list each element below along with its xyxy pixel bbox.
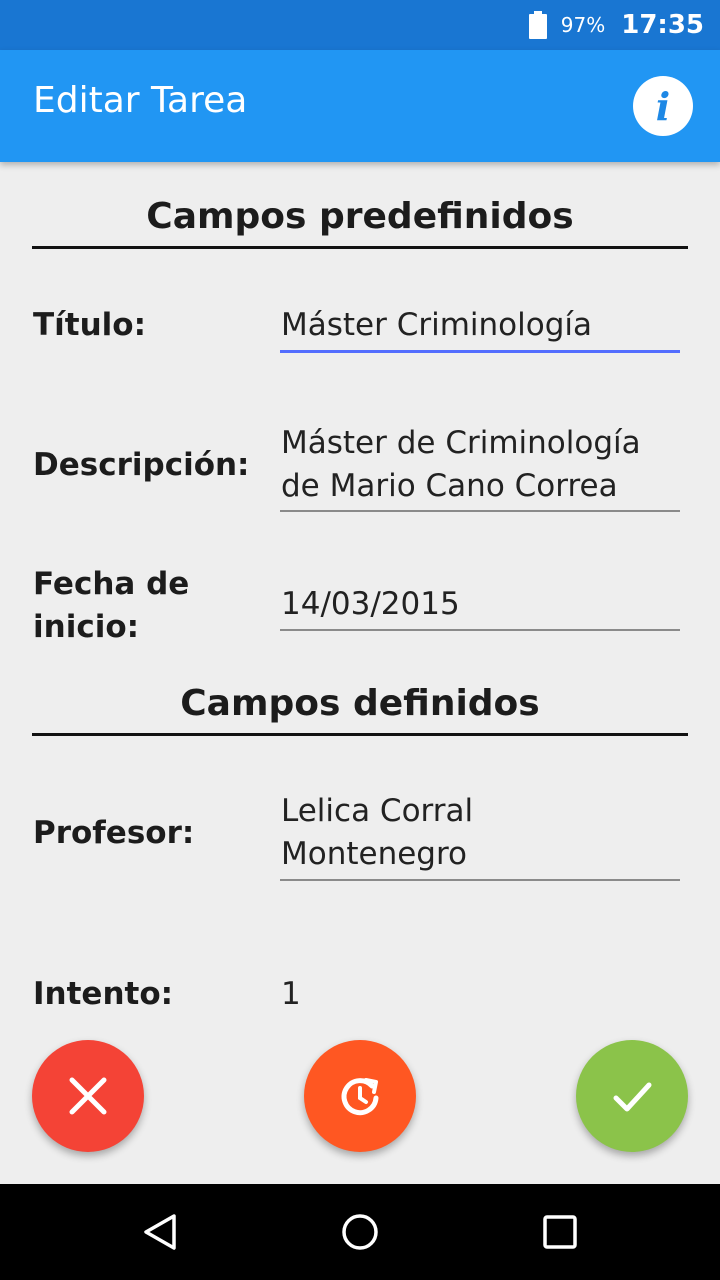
titulo-underline (280, 350, 680, 353)
profesor-line-1: Lelica Corral (281, 793, 474, 829)
section-divider (32, 246, 688, 249)
fecha-label-line-1: Fecha de (33, 566, 190, 602)
close-icon (69, 1077, 107, 1115)
section-divider (32, 733, 688, 736)
restore-clock-icon (341, 1078, 379, 1116)
clock: 17:35 (621, 10, 704, 40)
fecha-underline (280, 629, 680, 631)
intento-value: 1 (281, 976, 301, 1012)
descripcion-underline (280, 510, 680, 512)
check-icon (613, 1082, 652, 1112)
profesor-line-2: Montenegro (281, 836, 468, 872)
status-bar: 97% 17:35 (0, 0, 720, 50)
battery-percentage: 97% (560, 13, 606, 37)
fecha-label: Fecha de inicio: (33, 563, 189, 649)
intento-label: Intento: (33, 976, 174, 1012)
back-icon[interactable] (140, 1212, 180, 1252)
navigation-bar (0, 1184, 720, 1280)
recent-apps-icon[interactable] (540, 1212, 580, 1252)
profesor-label: Profesor: (33, 815, 195, 851)
cancel-button[interactable] (32, 1040, 144, 1152)
info-icon[interactable]: i (633, 76, 693, 136)
battery-icon (528, 11, 547, 39)
fecha-field[interactable]: 14/03/2015 (281, 583, 681, 626)
profesor-field[interactable]: Lelica Corral Montenegro (281, 790, 681, 876)
descripcion-label: Descripción: (33, 447, 250, 483)
descripcion-field[interactable]: Máster de Criminología de Mario Cano Cor… (281, 422, 681, 508)
app-bar: Editar Tarea i (0, 50, 720, 162)
fecha-label-line-2: inicio: (33, 609, 140, 645)
titulo-label: Título: (33, 307, 146, 343)
section-title-defined: Campos definidos (180, 683, 540, 724)
titulo-field[interactable]: Máster Criminología (281, 304, 681, 347)
section-title-predefined: Campos predefinidos (146, 196, 574, 237)
profesor-underline (280, 879, 680, 881)
descripcion-line-1: Máster de Criminología (281, 425, 641, 461)
descripcion-line-2: de Mario Cano Correa (281, 468, 618, 504)
page-title: Editar Tarea (33, 80, 248, 121)
home-icon[interactable] (340, 1212, 380, 1252)
reset-button[interactable] (304, 1040, 416, 1152)
confirm-button[interactable] (576, 1040, 688, 1152)
